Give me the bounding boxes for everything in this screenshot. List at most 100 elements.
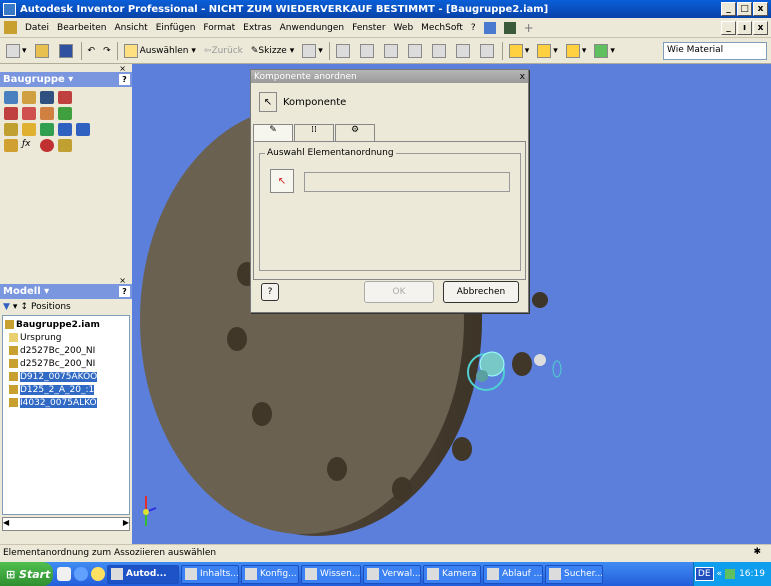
- bom-icon[interactable]: [58, 139, 72, 152]
- language-indicator[interactable]: DE: [694, 567, 714, 581]
- menu-extras[interactable]: Extras: [243, 23, 271, 33]
- menu-format[interactable]: Format: [203, 23, 235, 33]
- work-axis-icon[interactable]: [22, 123, 36, 136]
- menu-fenster[interactable]: Fenster: [352, 23, 385, 33]
- replace-icon[interactable]: [4, 107, 18, 120]
- rotate-button[interactable]: [382, 42, 402, 60]
- camera-button[interactable]: ▾: [564, 42, 589, 60]
- tree-item-root[interactable]: Baugruppe2.iam: [5, 318, 127, 331]
- back-button[interactable]: ⇦ Zurück: [202, 42, 245, 60]
- shading-button[interactable]: ▾: [535, 42, 560, 60]
- move-icon[interactable]: [22, 107, 36, 120]
- tree-item-component[interactable]: d2527Bc_200_NI: [5, 344, 127, 357]
- doc-close-button[interactable]: x: [753, 21, 768, 35]
- select-button[interactable]: Auswählen ▾: [122, 42, 198, 60]
- work-plane-icon[interactable]: [4, 123, 18, 136]
- menu-ansicht[interactable]: Ansicht: [114, 23, 147, 33]
- komponente-select-button[interactable]: ↖: [259, 92, 277, 112]
- help-icon[interactable]: ?: [119, 286, 130, 297]
- axes-button[interactable]: ▾: [592, 42, 617, 60]
- menu-web[interactable]: Web: [394, 23, 414, 33]
- element-selection-field[interactable]: [304, 172, 510, 192]
- task-verwal[interactable]: Verwal...: [363, 564, 421, 584]
- dialog-help-button[interactable]: ?: [261, 283, 279, 301]
- tray-icon[interactable]: [725, 569, 736, 579]
- panel-close-icon[interactable]: ×: [0, 276, 132, 285]
- undo-button[interactable]: ↶: [86, 42, 98, 60]
- panel-close-icon[interactable]: ×: [0, 64, 132, 73]
- pattern-icon[interactable]: [40, 91, 54, 104]
- doc-minimize-button[interactable]: _: [721, 21, 736, 35]
- doc-restore-button[interactable]: ı: [737, 21, 752, 35]
- modell-panel-header[interactable]: Modell ▾ ?: [0, 284, 132, 299]
- task-autodesk[interactable]: Autod...: [107, 564, 179, 584]
- menu-einfuegen[interactable]: Einfügen: [156, 23, 196, 33]
- work-point-icon[interactable]: [40, 123, 54, 136]
- zoom-button[interactable]: [430, 42, 450, 60]
- dialog-title-bar[interactable]: Komponente anordnen x: [251, 70, 528, 83]
- tree-item-component[interactable]: D125_2_A_20_:1: [5, 383, 127, 396]
- section-icon[interactable]: [58, 107, 72, 120]
- tree-item-component[interactable]: d2527Bc_200_NI: [5, 357, 127, 370]
- minimize-button[interactable]: _: [721, 2, 736, 16]
- close-button[interactable]: x: [753, 2, 768, 16]
- scroll-right-icon[interactable]: ▶: [123, 518, 129, 530]
- save-button[interactable]: [57, 42, 77, 60]
- tree-item-component[interactable]: I4032_0075ALKO: [5, 396, 127, 409]
- tab-feature-pattern[interactable]: ✎: [253, 124, 293, 141]
- place-component-icon[interactable]: [4, 91, 18, 104]
- filter-icon[interactable]: ▼: [3, 302, 10, 312]
- zoom-window-button[interactable]: [358, 42, 378, 60]
- view-rep-icon[interactable]: [76, 123, 90, 136]
- internet-explorer-icon[interactable]: [74, 567, 88, 581]
- ok-button[interactable]: OK: [364, 281, 434, 303]
- calculator-icon[interactable]: [503, 21, 516, 34]
- open-button[interactable]: [33, 42, 53, 60]
- menu-help[interactable]: ?: [471, 23, 476, 33]
- menu-mechsoft[interactable]: MechSoft: [421, 23, 463, 33]
- menu-datei[interactable]: Datei: [25, 23, 49, 33]
- zoom-all-button[interactable]: [334, 42, 354, 60]
- task-sucher[interactable]: Sucher...: [545, 564, 603, 584]
- iproperties-icon[interactable]: [40, 139, 54, 152]
- task-konfig[interactable]: Konfig...: [241, 564, 299, 584]
- menu-anwendungen[interactable]: Anwendungen: [280, 23, 345, 33]
- redo-button[interactable]: ↷: [101, 42, 113, 60]
- dropdown-icon[interactable]: ▾: [13, 302, 18, 312]
- tree-item-ursprung[interactable]: Ursprung: [5, 331, 127, 344]
- help-icon[interactable]: [483, 21, 496, 34]
- material-select[interactable]: Wie Material: [663, 42, 767, 60]
- menu-bearbeiten[interactable]: Bearbeiten: [57, 23, 106, 33]
- baugruppe-panel-header[interactable]: Baugruppe ▾ ?: [0, 72, 132, 87]
- new-button[interactable]: ▾: [4, 42, 29, 60]
- show-desktop-icon[interactable]: [57, 567, 71, 581]
- constraint-icon[interactable]: [58, 91, 72, 104]
- plus-icon[interactable]: +: [524, 21, 534, 35]
- dialog-close-icon[interactable]: x: [520, 72, 528, 82]
- sketch-tool-icon[interactable]: [4, 139, 18, 152]
- ucs-icon[interactable]: [58, 123, 72, 136]
- look-at-button[interactable]: [406, 42, 426, 60]
- task-inhalts[interactable]: Inhalts...: [181, 564, 239, 584]
- display-mode-button[interactable]: ▾: [507, 42, 532, 60]
- rotate-component-icon[interactable]: [40, 107, 54, 120]
- task-ablauf[interactable]: Ablauf ...: [483, 564, 543, 584]
- element-select-button[interactable]: ↖: [270, 169, 294, 193]
- tab-rectangular[interactable]: ⁞⁞: [294, 124, 334, 141]
- tab-circular[interactable]: ⚙: [335, 124, 375, 141]
- parameter-icon[interactable]: ƒx: [22, 139, 36, 152]
- view-cube-button[interactable]: [478, 42, 498, 60]
- maximize-button[interactable]: □: [737, 2, 752, 16]
- create-component-icon[interactable]: [22, 91, 36, 104]
- task-kamera[interactable]: Kamera: [423, 564, 481, 584]
- tray-expand-icon[interactable]: «: [717, 569, 723, 579]
- positions-label[interactable]: Positions: [31, 302, 71, 312]
- help-icon[interactable]: ?: [119, 74, 130, 85]
- task-wissen[interactable]: Wissen...: [301, 564, 361, 584]
- edit-button[interactable]: ▾: [300, 42, 325, 60]
- abbrechen-button[interactable]: Abbrechen: [443, 281, 519, 303]
- start-button[interactable]: ⊞ Start: [0, 562, 53, 586]
- scroll-left-icon[interactable]: ◀: [3, 518, 9, 530]
- media-icon[interactable]: [91, 567, 105, 581]
- sketch-button[interactable]: ✎ Skizze ▾: [249, 42, 296, 60]
